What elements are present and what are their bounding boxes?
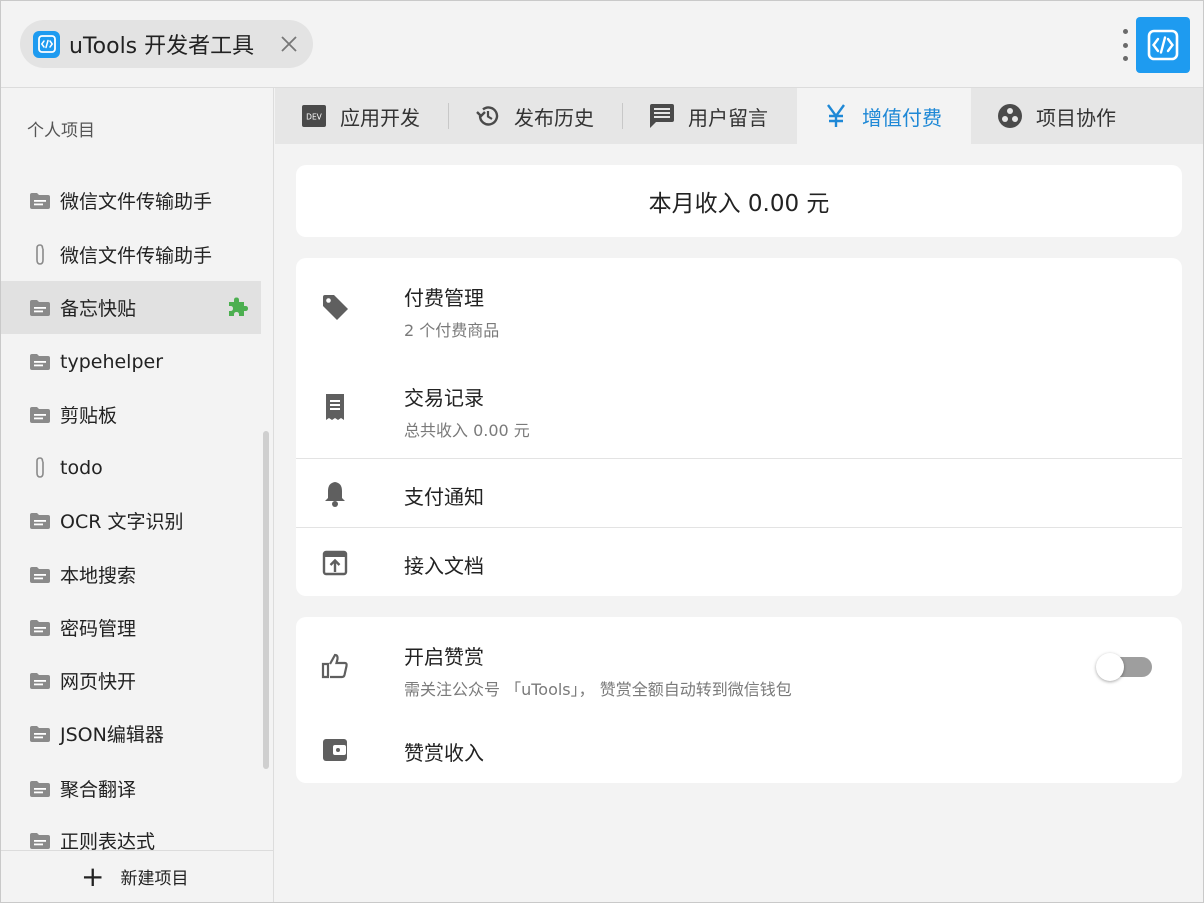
tag-icon <box>320 292 350 322</box>
sidebar-item-label: todo <box>60 456 103 479</box>
folder-icon <box>29 778 51 800</box>
comment-icon <box>649 103 675 129</box>
window-tab-title: uTools 开发者工具 <box>69 34 255 59</box>
integration-docs-row[interactable]: 接入文档 <box>296 528 1182 596</box>
row-subtitle: 需关注公众号 「uTools」， 赞赏全额自动转到微信钱包 <box>404 680 792 699</box>
receipt-icon <box>320 392 350 422</box>
sidebar-item[interactable]: 剪贴板 <box>1 388 261 441</box>
sidebar-item-label: 聚合翻译 <box>60 779 137 801</box>
tab-bar: DEV 应用开发 发布历史 用户留言 增值付费 项目协作 <box>275 88 1203 144</box>
sidebar-item[interactable]: JSON编辑器 <box>1 707 261 760</box>
plus-icon: + <box>81 859 105 893</box>
tab-label: 发布历史 <box>514 105 594 130</box>
row-subtitle: 总共收入 0.00 元 <box>404 421 530 440</box>
monthly-income-card: 本月收入 0.00 元 <box>296 165 1182 237</box>
sidebar-item-label: OCR 文字识别 <box>60 511 184 533</box>
monthly-income-label: 本月收入 0.00 元 <box>648 191 830 217</box>
sidebar-item-label: 本地搜索 <box>60 565 137 587</box>
payment-notification-row[interactable]: 支付通知 <box>296 459 1182 527</box>
tab-release-history[interactable]: 发布历史 <box>449 88 623 144</box>
row-title: 赞赏收入 <box>404 741 484 765</box>
sidebar-scrollbar[interactable] <box>263 431 269 769</box>
title-bar: uTools 开发者工具 <box>1 1 1203 88</box>
sidebar-item-label: 微信文件传输助手 <box>60 245 213 267</box>
developer-tool-logo-icon[interactable] <box>1136 17 1190 73</box>
tab-label: 用户留言 <box>688 105 768 130</box>
window-tab[interactable]: uTools 开发者工具 <box>20 20 313 68</box>
sidebar-item-label: 剪贴板 <box>60 405 118 427</box>
tab-label: 增值付费 <box>862 105 942 130</box>
tab-collaboration[interactable]: 项目协作 <box>971 88 1145 144</box>
sidebar-item[interactable]: 聚合翻译 <box>1 762 261 815</box>
svg-text:DEV: DEV <box>306 113 323 122</box>
sidebar-item-label: typehelper <box>60 350 164 373</box>
utools-logo-icon <box>33 30 60 58</box>
folder-icon <box>29 564 51 586</box>
sidebar-item-label: 微信文件传输助手 <box>60 191 213 213</box>
close-icon[interactable] <box>277 32 301 56</box>
payment-management-row[interactable]: 付费管理 2 个付费商品 <box>296 258 1182 358</box>
sidebar-item-label: 密码管理 <box>60 618 137 640</box>
sidebar-item-label: 备忘快贴 <box>60 298 137 320</box>
sidebar-item[interactable]: 微信文件传输助手 <box>1 228 261 281</box>
new-project-label: 新建项目 <box>120 869 189 889</box>
dev-icon: DEV <box>301 103 327 129</box>
open-in-icon <box>320 548 350 578</box>
tab-user-messages[interactable]: 用户留言 <box>623 88 797 144</box>
history-icon <box>475 103 501 129</box>
row-subtitle: 2 个付费商品 <box>404 321 500 340</box>
sidebar-item[interactable]: 密码管理 <box>1 601 261 654</box>
reward-toggle[interactable] <box>1096 653 1152 681</box>
tab-label: 项目协作 <box>1036 105 1116 130</box>
row-title: 交易记录 <box>404 386 484 410</box>
sidebar-item[interactable]: 微信文件传输助手 <box>1 174 261 227</box>
row-title: 开启赞赏 <box>404 645 484 669</box>
new-project-button[interactable]: + 新建项目 <box>1 850 273 902</box>
folder-icon <box>29 830 51 852</box>
sidebar-item[interactable]: todo <box>1 441 261 494</box>
bell-icon <box>320 479 350 509</box>
sidebar-item-label: JSON编辑器 <box>60 724 164 746</box>
folder-icon <box>29 723 51 745</box>
sidebar: 个人项目 微信文件传输助手 微信文件传输助手 备忘快贴 typehelper 剪… <box>1 88 274 902</box>
folder-icon <box>29 190 51 212</box>
tab-paid-features[interactable]: 增值付费 <box>797 88 971 144</box>
app-window: uTools 开发者工具 个人项目 微信文件传输助手 微信文件传输助手 备忘快贴 <box>0 0 1204 903</box>
payment-card: 付费管理 2 个付费商品 交易记录 总共收入 0.00 元 支付通知 接入文档 <box>296 258 1182 596</box>
sidebar-item-label: 网页快开 <box>60 671 137 693</box>
tab-app-dev[interactable]: DEV 应用开发 <box>275 88 449 144</box>
folder-icon <box>29 351 51 373</box>
folder-icon <box>29 617 51 639</box>
folder-icon <box>29 670 51 692</box>
sidebar-item[interactable]: 备忘快贴 <box>1 281 261 334</box>
transaction-records-row[interactable]: 交易记录 总共收入 0.00 元 <box>296 358 1182 458</box>
reward-income-row[interactable]: 赞赏收入 <box>296 717 1182 783</box>
sidebar-item[interactable]: OCR 文字识别 <box>1 494 261 547</box>
thumb-up-icon <box>320 651 350 681</box>
yen-icon <box>823 103 849 129</box>
enable-reward-row: 开启赞赏 需关注公众号 「uTools」， 赞赏全额自动转到微信钱包 <box>296 617 1182 717</box>
sidebar-item[interactable]: 本地搜索 <box>1 548 261 601</box>
folder-icon <box>29 510 51 532</box>
paperclip-icon <box>29 243 51 266</box>
sidebar-item[interactable]: 网页快开 <box>1 654 261 707</box>
sidebar-item[interactable]: typehelper <box>1 335 261 388</box>
group-icon <box>997 103 1023 129</box>
row-title: 付费管理 <box>404 286 484 310</box>
folder-icon <box>29 297 51 319</box>
row-title: 接入文档 <box>404 554 484 578</box>
plugin-icon <box>226 296 248 318</box>
paperclip-icon <box>29 456 51 479</box>
tab-label: 应用开发 <box>340 105 420 130</box>
sidebar-heading: 个人项目 <box>27 121 95 141</box>
reward-card: 开启赞赏 需关注公众号 「uTools」， 赞赏全额自动转到微信钱包 赞赏收入 <box>296 617 1182 783</box>
wallet-icon <box>320 735 350 765</box>
more-menu-icon[interactable] <box>1118 27 1132 63</box>
folder-icon <box>29 404 51 426</box>
row-title: 支付通知 <box>404 485 484 509</box>
